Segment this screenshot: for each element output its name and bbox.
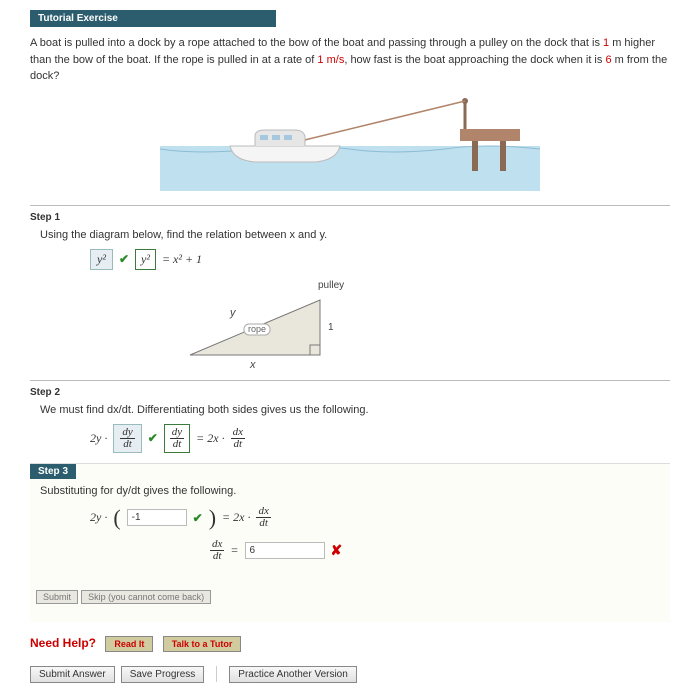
step3-input2[interactable]: 6 [245,542,325,559]
step3-input1[interactable]: -1 [127,509,187,526]
step1-title: Step 1 [30,212,670,223]
step2-rhs-frac: dxdt [231,427,245,450]
step3-text: Substituting for dy/dt gives the followi… [40,485,670,497]
cross-icon: ✘ [331,542,343,559]
divider [30,205,670,206]
submit-step-button[interactable]: Submit [36,590,78,604]
svg-text:x: x [249,359,256,370]
checkmark-icon: ✔ [148,431,158,445]
divider [216,666,217,682]
practice-another-button[interactable]: Practice Another Version [229,666,357,683]
save-progress-button[interactable]: Save Progress [121,666,205,683]
step3-rhs-prefix: = 2x · [222,510,250,525]
divider [30,380,670,381]
skip-button[interactable]: Skip (you cannot come back) [81,590,211,604]
read-it-button[interactable]: Read It [105,636,153,652]
checkmark-icon: ✔ [119,252,129,266]
open-paren: ( [113,505,120,531]
question-text: A boat is pulled into a dock by a rope a… [30,35,670,85]
step1-text: Using the diagram below, find the relati… [40,229,670,241]
step2-text: We must find dx/dt. Differentiating both… [40,404,670,416]
tutorial-exercise-header: Tutorial Exercise [30,10,276,27]
step2-prefix: 2y · [90,431,107,446]
svg-text:y: y [229,307,237,319]
step3-prefix: 2y · [90,510,107,525]
checkmark-icon: ✔ [193,511,203,525]
question-val2: 1 m/s [317,54,344,66]
step1-answer-entered: y² [90,249,113,270]
close-paren: ) [209,505,216,531]
equals-sign: = [230,543,238,558]
question-prefix: A boat is pulled into a dock by a rope a… [30,37,603,49]
step2-answer-entered: dydt [113,424,141,453]
step2-answer-correct: dydt [164,424,190,453]
triangle-diagram: pulley 1 x y rope [170,280,370,370]
question-mid2: , how fast is the boat approaching the d… [344,54,605,66]
step3-rhs-frac: dxdt [256,506,270,529]
submit-answer-button[interactable]: Submit Answer [30,666,115,683]
svg-text:pulley: pulley [318,280,344,291]
step1-rhs: = x² + 1 [162,252,202,267]
step2-title: Step 2 [30,387,670,398]
talk-to-tutor-button[interactable]: Talk to a Tutor [163,636,242,652]
step2-rhs-prefix: = 2x · [196,431,224,446]
step3-title: Step 3 [30,464,76,479]
svg-text:1: 1 [328,322,334,333]
step1-answer-correct: y² [135,249,156,270]
boat-dock-figure [160,91,540,191]
step3-line2-frac: dxdt [210,539,224,562]
need-help-label: Need Help? Read It Talk to a Tutor [30,636,670,652]
svg-text:rope: rope [248,324,266,334]
